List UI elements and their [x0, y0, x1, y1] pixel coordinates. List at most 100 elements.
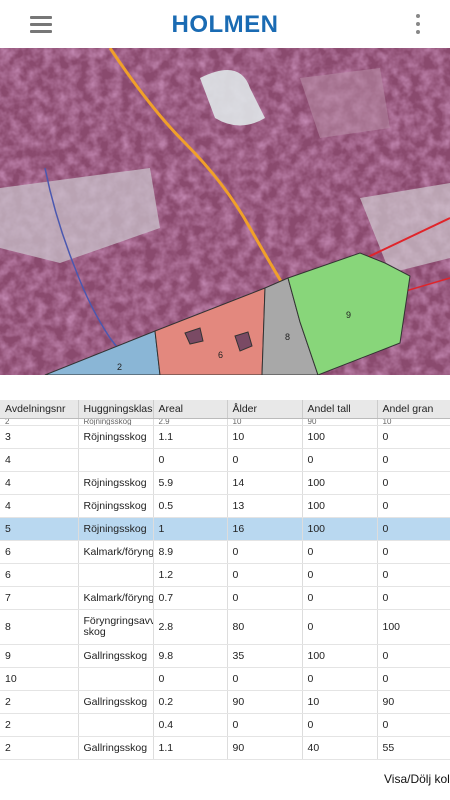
table-cell: 0 — [377, 425, 450, 449]
app-header: HOLMEN — [0, 0, 450, 49]
table-row[interactable]: 8 Föryngringsavv-skog 2.8 80 0 100 — [0, 609, 450, 645]
table-cell: 6 — [0, 563, 79, 587]
table-cell: 0 — [227, 448, 303, 472]
table-cell: 0 — [227, 563, 303, 587]
table-cell: 4 — [0, 448, 79, 472]
table-cell: 0 — [227, 540, 303, 564]
table-cell: 2 — [0, 418, 79, 426]
table-cell: 0.5 — [153, 494, 228, 518]
table-cell: 1.2 — [153, 563, 228, 587]
table-cell: Föryngringsavv-skog — [78, 609, 154, 645]
table-cell: 100 — [377, 609, 450, 645]
table-cell: 9 — [0, 644, 79, 668]
table-row[interactable]: 7 Kalmark/föryngringsyta 0.7 0 0 0 — [0, 586, 450, 610]
table-cell: Kalmark/föryngringsyta — [78, 540, 154, 564]
table-cell: 4 — [0, 471, 79, 495]
table-cell: 0 — [377, 494, 450, 518]
table-cell: 100 — [302, 517, 378, 541]
table-cell: 5.9 — [153, 471, 228, 495]
table-cell: 55 — [377, 736, 450, 760]
table-cell: 9.8 — [153, 644, 228, 668]
table-cell: 0 — [227, 713, 303, 737]
table-row[interactable]: 4 Röjningsskog 0.5 13 100 0 — [0, 494, 450, 518]
table-cell: 8 — [0, 609, 79, 645]
parcel-label-9: 9 — [346, 310, 351, 320]
table-row[interactable]: 4 Röjningsskog 5.9 14 100 0 — [0, 471, 450, 495]
more-options-icon[interactable] — [414, 14, 422, 36]
table-row[interactable]: 2 Gallringsskog 0.2 90 10 90 — [0, 690, 450, 714]
table-cell: 0 — [153, 667, 228, 691]
table-cell: 100 — [302, 425, 378, 449]
table-cell: 0 — [377, 471, 450, 495]
table-cell: 7 — [0, 586, 79, 610]
table-cell: 100 — [302, 494, 378, 518]
table-cell: 0 — [377, 448, 450, 472]
table-cell: 35 — [227, 644, 303, 668]
table-cell: 2 — [0, 713, 79, 737]
table-cell: 0 — [227, 667, 303, 691]
table-cell: 0 — [302, 667, 378, 691]
satellite-map[interactable]: 9 8 6 2 — [0, 48, 450, 375]
column-header-avdelningsnr[interactable]: Avdelningsnr — [0, 400, 79, 419]
table-cell: Röjningsskog — [78, 425, 154, 449]
table-cell: 10 — [227, 425, 303, 449]
table-cell: Röjningsskog — [78, 471, 154, 495]
table-cell: 0 — [377, 586, 450, 610]
table-cell: 90 — [227, 690, 303, 714]
table-row[interactable]: 6 Kalmark/föryngringsyta 8.9 0 0 0 — [0, 540, 450, 564]
table-cell: 0 — [377, 517, 450, 541]
table-header-row: Avdelningsnr Huggningsklass Areal Ålder … — [0, 400, 450, 419]
table-cell: 0 — [302, 713, 378, 737]
toggle-columns-link[interactable]: Visa/Dölj kolumner — [384, 772, 450, 786]
table-cell: 6 — [0, 540, 79, 564]
column-header-areal[interactable]: Areal — [153, 400, 228, 419]
table-cell: 0 — [302, 563, 378, 587]
table-cell: 2 — [0, 736, 79, 760]
table-cell: 8.9 — [153, 540, 228, 564]
table-cell: 13 — [227, 494, 303, 518]
table-cell: 0 — [377, 667, 450, 691]
parcel-table[interactable]: Avdelningsnr Huggningsklass Areal Ålder … — [0, 400, 450, 762]
table-cell — [78, 448, 154, 472]
table-row[interactable]: 10 0 0 0 0 — [0, 667, 450, 691]
table-cell — [78, 667, 154, 691]
table-cell: Röjningsskog — [78, 494, 154, 518]
table-row[interactable]: 2 Röjningsskog 2.9 10 90 10 — [0, 418, 450, 426]
table-cell: 2.8 — [153, 609, 228, 645]
parcel-label-6: 6 — [218, 350, 223, 360]
table-cell: Gallringsskog — [78, 644, 154, 668]
table-cell: 0.4 — [153, 713, 228, 737]
table-row[interactable]: 4 0 0 0 0 — [0, 448, 450, 472]
table-cell — [78, 713, 154, 737]
table-row[interactable]: 6 1.2 0 0 0 — [0, 563, 450, 587]
table-cell: 0 — [302, 586, 378, 610]
column-header-alder[interactable]: Ålder — [227, 400, 303, 419]
table-cell: 10 — [302, 690, 378, 714]
parcel-label-2: 2 — [117, 362, 122, 372]
table-cell: 0 — [377, 563, 450, 587]
column-header-andel-gran[interactable]: Andel gran — [377, 400, 450, 419]
table-cell: 0 — [377, 644, 450, 668]
table-row[interactable]: 2 Gallringsskog 1.1 90 40 55 — [0, 736, 450, 760]
column-header-huggningsklass[interactable]: Huggningsklass — [78, 400, 154, 419]
parcel-label-8: 8 — [285, 332, 290, 342]
table-cell: 5 — [0, 517, 79, 541]
table-cell: 90 — [227, 736, 303, 760]
table-cell: 10 — [377, 418, 450, 426]
table-cell: 0 — [302, 540, 378, 564]
table-cell: 80 — [227, 609, 303, 645]
table-row[interactable]: 3 Röjningsskog 1.1 10 100 0 — [0, 425, 450, 449]
table-cell: Gallringsskog — [78, 736, 154, 760]
table-cell: 100 — [302, 644, 378, 668]
table-cell — [78, 563, 154, 587]
table-cell: Röjningsskog — [78, 517, 154, 541]
table-row-selected[interactable]: 5 Röjningsskog 1 16 100 0 — [0, 517, 450, 541]
column-header-andel-tall[interactable]: Andel tall — [302, 400, 378, 419]
table-row[interactable]: 2 0.4 0 0 0 — [0, 713, 450, 737]
table-cell: 2 — [0, 690, 79, 714]
table-cell: 0 — [302, 448, 378, 472]
table-cell: 2.9 — [153, 418, 228, 426]
table-row[interactable]: 9 Gallringsskog 9.8 35 100 0 — [0, 644, 450, 668]
holmen-logo: HOLMEN — [171, 11, 279, 38]
table-cell: 3 — [0, 425, 79, 449]
